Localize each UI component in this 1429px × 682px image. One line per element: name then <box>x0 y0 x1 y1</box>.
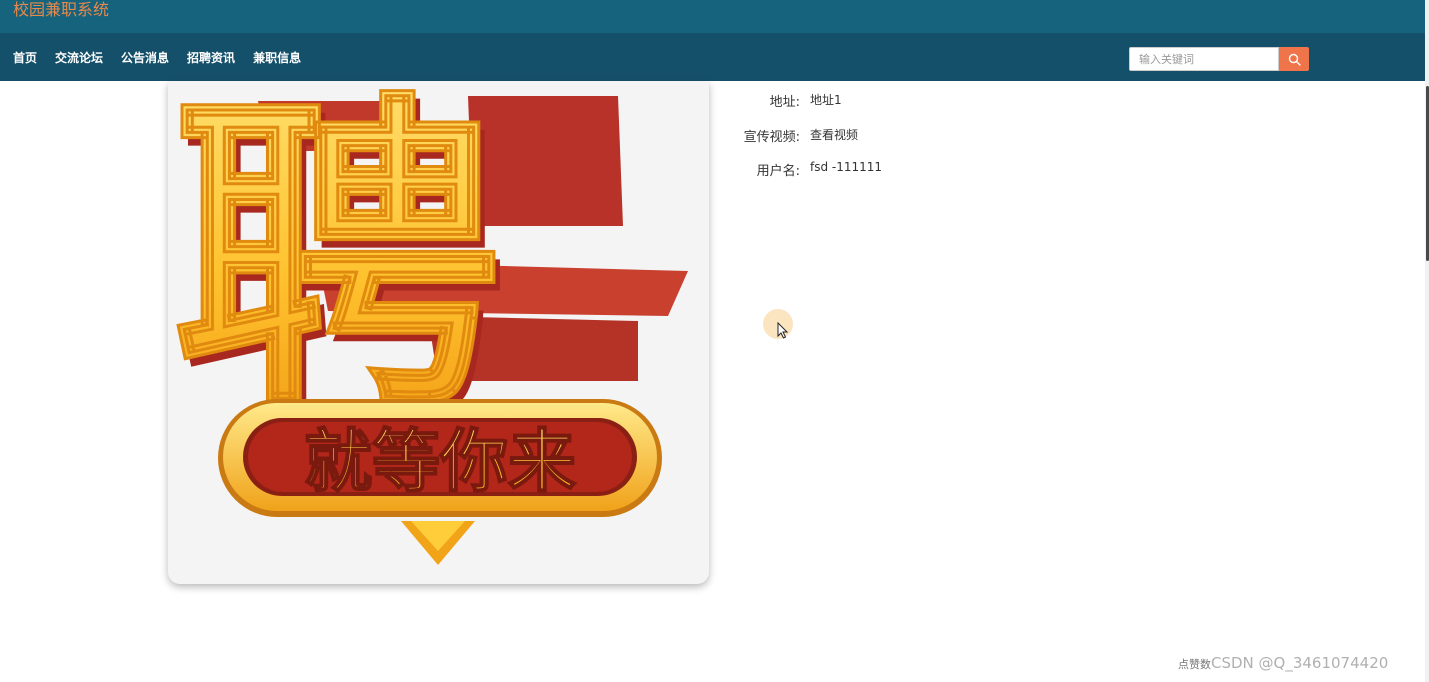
view-video-link[interactable]: 查看视频 <box>810 126 858 143</box>
username-label: 用户名: <box>756 164 800 179</box>
nav-link-recruitment-news[interactable]: 招聘资讯 <box>187 49 235 66</box>
nav-link-announcements[interactable]: 公告消息 <box>121 49 169 66</box>
search-input[interactable] <box>1129 47 1279 71</box>
top-bar: 校园兼职系统 <box>0 0 1429 33</box>
watermark-text: CSDN @Q_3461074420 <box>1211 654 1389 672</box>
poster-big-char: 聘 <box>172 81 502 451</box>
poster-slogan: 就等你来 <box>304 423 576 502</box>
watermark-prefix: 点赞数 <box>1178 658 1211 671</box>
nav-link-parttime-info[interactable]: 兼职信息 <box>253 49 301 66</box>
address-label: 地址: <box>769 95 800 110</box>
promo-video-label: 宣传视频: <box>743 130 800 145</box>
nav-link-home[interactable]: 首页 <box>13 49 37 66</box>
caret-down-icon: ▼ <box>1381 86 1387 94</box>
nav-links: 首页 交流论坛 公告消息 招聘资讯 兼职信息 <box>13 33 319 81</box>
nav-link-forum[interactable]: 交流论坛 <box>55 49 103 66</box>
recruitment-poster-graphic: 聘 聘 就等你来 <box>171 81 688 565</box>
address-value: 地址1 <box>810 93 842 107</box>
csdn-watermark: 点赞数CSDN @Q_3461074420 <box>1178 654 1388 672</box>
site-title[interactable]: 校园兼职系统 <box>13 0 109 20</box>
user-menu-dropdown[interactable]: 我的 ▼ <box>1349 66 1386 114</box>
user-menu-label: 我的 <box>1349 84 1371 97</box>
search-button[interactable] <box>1279 47 1309 71</box>
mouse-cursor-icon <box>777 322 788 339</box>
search-icon <box>1288 53 1301 66</box>
job-poster-image: 聘 聘 就等你来 <box>168 81 709 584</box>
username-value: fsd -111111 <box>810 160 883 174</box>
